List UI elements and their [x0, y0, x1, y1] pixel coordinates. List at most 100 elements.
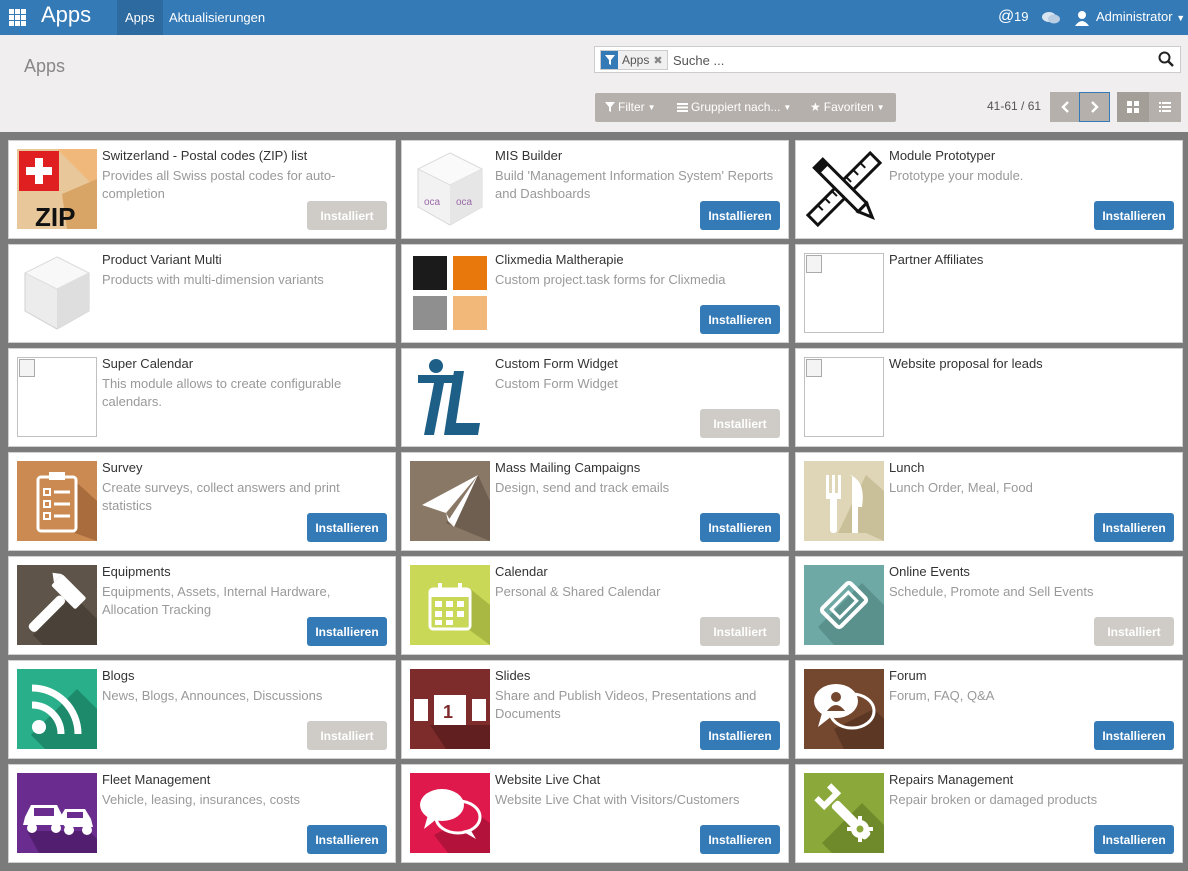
app-description: Vehicle, leasing, insurances, costs: [102, 792, 300, 807]
install-button[interactable]: Installieren: [1094, 201, 1174, 230]
mentions-icon[interactable]: @: [998, 0, 1014, 35]
install-button[interactable]: Installieren: [307, 825, 387, 854]
installed-button: Installiert: [700, 409, 780, 438]
menu-updates[interactable]: Aktualisierungen: [161, 0, 273, 35]
app-title: Slides: [495, 668, 531, 683]
paper-plane-icon: [410, 461, 490, 541]
installed-button: Installiert: [307, 721, 387, 750]
app-description: Products with multi-dimension variants: [102, 272, 324, 287]
app-description: This module allows to create configurabl…: [102, 376, 342, 409]
user-menu[interactable]: Administrator ▼: [1096, 0, 1185, 35]
app-description: Custom project.task forms for Clixmedia: [495, 272, 726, 287]
remove-facet-icon[interactable]: ✖: [653, 54, 666, 67]
user-icon[interactable]: [1074, 0, 1090, 35]
grid-icon: [1127, 101, 1139, 113]
app-title: Lunch: [889, 460, 925, 475]
install-button[interactable]: Installieren: [700, 721, 780, 750]
app-card[interactable]: Website Live Chat Website Live Chat with…: [401, 764, 789, 863]
app-card[interactable]: Online Events Schedule, Promote and Sell…: [795, 556, 1183, 655]
chat-icon[interactable]: [1042, 0, 1060, 35]
app-card[interactable]: Website proposal for leads: [795, 348, 1183, 447]
app-card[interactable]: Custom Form Widget Custom Form Widget In…: [401, 348, 789, 447]
app-card[interactable]: Product Variant Multi Products with mult…: [8, 244, 396, 343]
star-icon: ★: [810, 100, 821, 114]
slides-icon: 1: [410, 669, 490, 749]
app-description: Build 'Management Information System' Re…: [495, 168, 774, 201]
install-button[interactable]: Installieren: [700, 305, 780, 334]
list-icon: [677, 102, 688, 112]
chevron-right-icon: [1090, 101, 1099, 113]
app-description: Custom Form Widget: [495, 376, 618, 391]
app-card[interactable]: Lunch Lunch Order, Meal, Food Installier…: [795, 452, 1183, 551]
favorites-label: Favoriten: [823, 100, 874, 114]
app-title: Repairs Management: [889, 772, 1014, 787]
chevron-left-icon: [1060, 101, 1069, 113]
app-title: Website proposal for leads: [889, 356, 1043, 371]
kanban-view: ZIP Switzerland - Postal codes (ZIP) lis…: [0, 132, 1188, 871]
filter-button[interactable]: Filter ▼: [605, 100, 656, 114]
app-card[interactable]: Mass Mailing Campaigns Design, send and …: [401, 452, 789, 551]
mis-builder-cube-icon: oca oca: [410, 149, 490, 229]
caret-down-icon: ▼: [647, 102, 656, 112]
app-card[interactable]: oca oca MIS Builder Build 'Management Inf…: [401, 140, 789, 239]
cars-icon: [17, 773, 97, 853]
install-button[interactable]: Installieren: [307, 617, 387, 646]
mentions-count[interactable]: 19: [1014, 0, 1028, 35]
install-button[interactable]: Installieren: [307, 513, 387, 542]
installed-button: Installiert: [307, 201, 387, 230]
svg-text:oca: oca: [424, 197, 441, 208]
app-card[interactable]: 1 Slides Share and Publish Videos, Prese…: [401, 660, 789, 759]
itl-logo-icon: [410, 357, 490, 437]
app-description: Repair broken or damaged products: [889, 792, 1098, 807]
page-title: Apps: [24, 56, 66, 76]
menu-apps[interactable]: Apps: [117, 0, 163, 35]
hammer-icon: [17, 565, 97, 645]
app-title: Partner Affiliates: [889, 252, 984, 267]
app-card[interactable]: Blogs News, Blogs, Announces, Discussion…: [8, 660, 396, 759]
install-button[interactable]: Installieren: [700, 201, 780, 230]
install-button[interactable]: Installieren: [700, 825, 780, 854]
group-by-button[interactable]: Gruppiert nach... ▼: [677, 100, 791, 114]
search-icon[interactable]: [1158, 51, 1176, 69]
brand-title: Apps: [41, 2, 92, 27]
app-description: News, Blogs, Announces, Discussions: [102, 688, 323, 703]
app-card[interactable]: Partner Affiliates: [795, 244, 1183, 343]
app-card[interactable]: Module Prototyper Prototype your module.…: [795, 140, 1183, 239]
app-title: Product Variant Multi: [102, 252, 222, 267]
app-title: Website Live Chat: [495, 772, 601, 787]
app-card[interactable]: Forum Forum, FAQ, Q&A Installieren: [795, 660, 1183, 759]
module-cube-icon: [17, 253, 97, 333]
list-icon: [1159, 102, 1171, 112]
install-button[interactable]: Installieren: [1094, 825, 1174, 854]
pager-value[interactable]: 41-61 / 61: [987, 99, 1041, 113]
chat-bubbles-icon: [410, 773, 490, 853]
top-navbar: Apps Apps Aktualisierungen @ 19 Administ…: [0, 0, 1188, 35]
app-card[interactable]: Survey Create surveys, collect answers a…: [8, 452, 396, 551]
install-button[interactable]: Installieren: [700, 513, 780, 542]
app-switcher-icon[interactable]: [9, 9, 26, 26]
app-card[interactable]: Clixmedia Maltherapie Custom project.tas…: [401, 244, 789, 343]
app-card[interactable]: Calendar Personal & Shared Calendar Inst…: [401, 556, 789, 655]
clipboard-icon: [17, 461, 97, 541]
app-title: Module Prototyper: [889, 148, 996, 163]
pager-previous-button[interactable]: [1050, 92, 1079, 122]
rss-icon: [17, 669, 97, 749]
fork-knife-icon: [804, 461, 884, 541]
app-title: Blogs: [102, 668, 135, 683]
app-description: Website Live Chat with Visitors/Customer…: [495, 792, 740, 807]
pager-next-button[interactable]: [1079, 92, 1110, 122]
app-description: Schedule, Promote and Sell Events: [889, 584, 1094, 599]
list-view-button[interactable]: [1149, 92, 1181, 122]
install-button[interactable]: Installieren: [1094, 513, 1174, 542]
search-input[interactable]: [673, 50, 1153, 70]
search-options-bar: Filter ▼ Gruppiert nach... ▼ ★ Favoriten ▼: [595, 93, 896, 122]
app-card[interactable]: Equipments Equipments, Assets, Internal …: [8, 556, 396, 655]
favorites-button[interactable]: ★ Favoriten ▼: [810, 100, 885, 114]
app-card[interactable]: Fleet Management Vehicle, leasing, insur…: [8, 764, 396, 863]
kanban-view-button[interactable]: [1117, 92, 1149, 122]
app-card[interactable]: Repairs Management Repair broken or dama…: [795, 764, 1183, 863]
install-button[interactable]: Installieren: [1094, 721, 1174, 750]
app-card[interactable]: ZIP Switzerland - Postal codes (ZIP) lis…: [8, 140, 396, 239]
app-card[interactable]: Super Calendar This module allows to cre…: [8, 348, 396, 447]
app-description: Design, send and track emails: [495, 480, 670, 495]
